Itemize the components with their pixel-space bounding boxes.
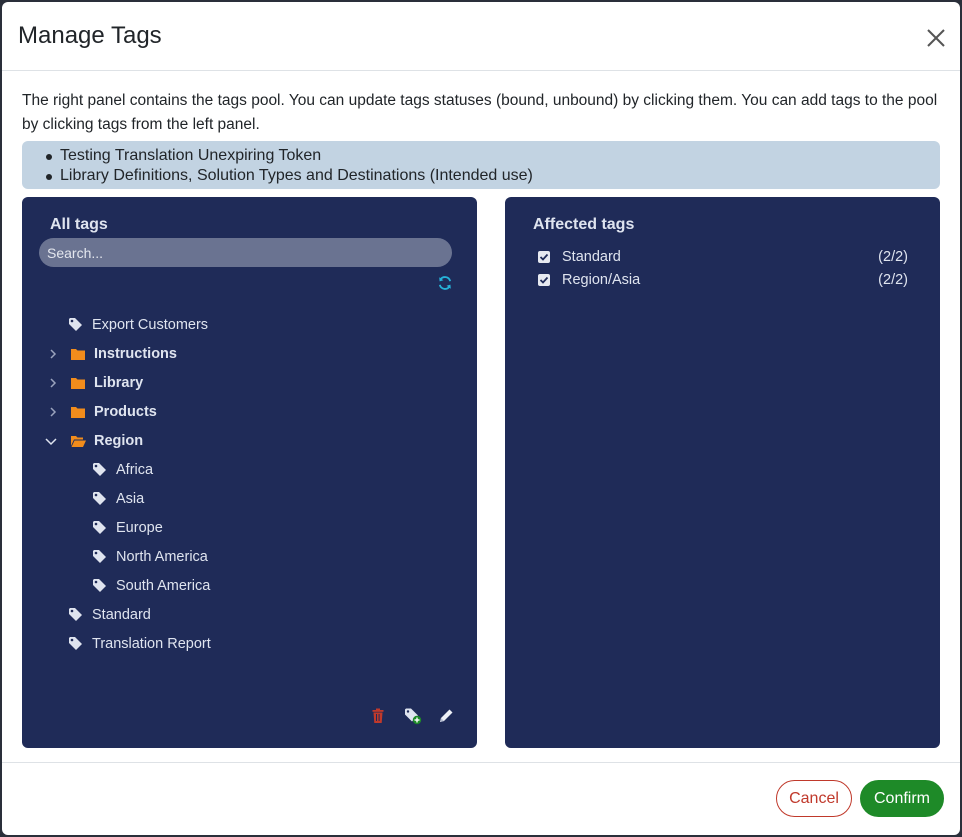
modal-title: Manage Tags <box>18 22 162 49</box>
pencil-icon <box>440 709 453 722</box>
affected-tag-count: (2/2) <box>878 272 908 288</box>
checkbox[interactable] <box>538 251 550 263</box>
tag-plus-icon <box>405 708 422 725</box>
tree-folder-library[interactable]: Library <box>46 372 143 394</box>
tree-item-standard[interactable]: Standard <box>68 604 151 626</box>
tree-item-export-customers[interactable]: Export Customers <box>68 314 208 336</box>
modal-header: Manage Tags <box>2 2 960 71</box>
tree-item-asia[interactable]: Asia <box>92 488 144 510</box>
selected-items-list: Testing Translation Unexpiring Token Lib… <box>46 146 533 186</box>
tag-icon <box>93 521 106 534</box>
affected-tag-standard[interactable]: Standard (2/2) <box>538 247 908 267</box>
folder-icon <box>71 378 85 389</box>
check-icon <box>539 276 549 284</box>
manage-tags-modal: Manage Tags The right panel contains the… <box>2 2 960 835</box>
trash-icon <box>372 708 384 723</box>
chevron-right-icon <box>50 378 57 388</box>
tree-item-label: Asia <box>116 491 145 507</box>
affected-tags-title: Affected tags <box>533 216 635 233</box>
tag-icon <box>93 579 106 592</box>
tag-icon <box>69 637 82 650</box>
refresh-button[interactable] <box>437 275 453 291</box>
tag-icon <box>93 463 106 476</box>
tag-icon <box>69 608 82 621</box>
selected-items-box: Testing Translation Unexpiring Token Lib… <box>22 141 940 189</box>
modal-description: The right panel contains the tags pool. … <box>22 92 938 133</box>
confirm-button[interactable]: Confirm <box>860 780 944 817</box>
tree-item-south-america[interactable]: South America <box>92 575 210 597</box>
tree-item-africa[interactable]: Africa <box>92 459 153 481</box>
tree-item-label: South America <box>116 578 211 594</box>
modal-footer: Cancel Confirm <box>2 762 960 835</box>
tree-item-label: Region <box>94 433 144 449</box>
checkbox[interactable] <box>538 274 550 286</box>
chevron-down-icon <box>45 438 57 446</box>
affected-tag-region-asia[interactable]: Region/Asia (2/2) <box>538 270 908 290</box>
chevron-right-icon <box>50 349 57 359</box>
close-button[interactable] <box>922 24 950 52</box>
search-input[interactable] <box>39 238 452 267</box>
all-tags-title: All tags <box>50 216 108 233</box>
tree-folder-products[interactable]: Products <box>46 401 157 423</box>
edit-tag-button[interactable] <box>437 707 455 725</box>
tree-item-label: Africa <box>116 462 154 478</box>
tree-item-label: Translation Report <box>92 636 211 652</box>
tree-item-label: Products <box>94 404 157 420</box>
cancel-button[interactable]: Cancel <box>776 780 852 817</box>
folder-icon <box>71 407 85 418</box>
affected-tag-count: (2/2) <box>878 249 908 265</box>
tag-icon <box>93 492 106 505</box>
selected-item: Library Definitions, Solution Types and … <box>46 167 533 184</box>
check-icon <box>539 253 549 261</box>
tree-folder-region[interactable]: Region <box>44 430 143 452</box>
tree-item-label: Europe <box>116 520 163 536</box>
affected-tag-label: Region/Asia <box>562 272 641 288</box>
tag-icon <box>93 550 106 563</box>
tree-item-label: Instructions <box>94 346 177 362</box>
affected-tag-label: Standard <box>562 249 621 265</box>
tree-item-translation-report[interactable]: Translation Report <box>68 633 211 655</box>
folder-icon <box>71 349 85 360</box>
modal-body: The right panel contains the tags pool. … <box>2 72 960 762</box>
all-tags-panel: All tags Export Customers Instructions <box>22 197 477 748</box>
chevron-right-icon <box>50 407 57 417</box>
tree-folder-instructions[interactable]: Instructions <box>46 343 177 365</box>
tree-item-europe[interactable]: Europe <box>92 517 163 539</box>
tag-icon <box>69 318 82 331</box>
add-tag-button[interactable] <box>404 707 422 725</box>
close-icon <box>927 29 945 47</box>
refresh-icon <box>438 276 452 290</box>
tree-item-label: Export Customers <box>92 317 209 333</box>
tree-item-label: North America <box>116 549 208 565</box>
affected-tags-panel: Affected tags Standard (2/2) Region/Asia… <box>505 197 940 748</box>
tree-item-north-america[interactable]: North America <box>92 546 208 568</box>
selected-item: Testing Translation Unexpiring Token <box>46 146 533 166</box>
delete-tag-button[interactable] <box>369 707 387 725</box>
tree-item-label: Standard <box>92 607 151 623</box>
tree-item-label: Library <box>94 375 144 391</box>
folder-open-icon <box>71 436 86 447</box>
